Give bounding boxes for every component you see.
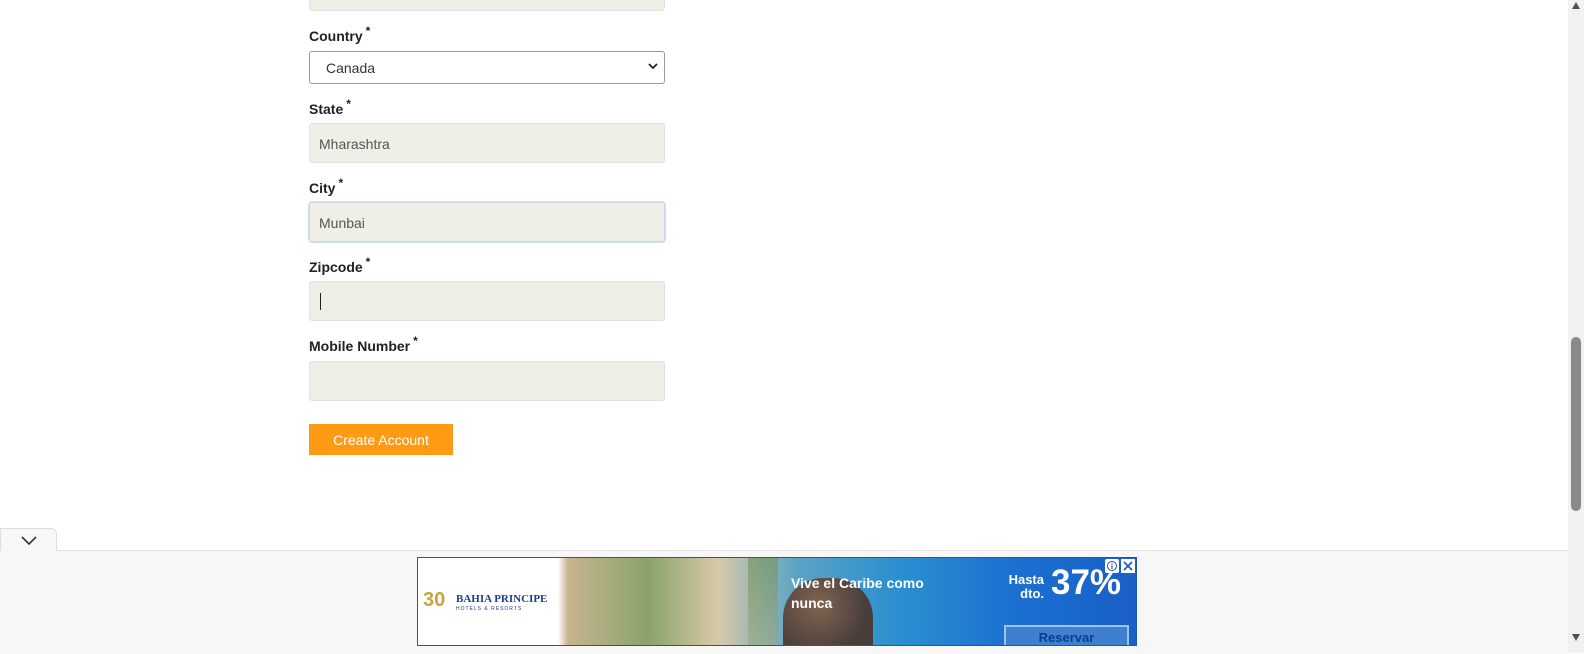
ad-collapse-tab[interactable] xyxy=(0,528,57,551)
ad-info-icon[interactable]: i xyxy=(1105,559,1119,573)
country-select[interactable]: Canada xyxy=(309,51,665,84)
mobile-input[interactable] xyxy=(309,361,665,401)
scrollbar-thumb[interactable] xyxy=(1571,337,1581,511)
required-mark: * xyxy=(365,24,371,38)
brand-anniversary-mark: 30 xyxy=(423,589,446,611)
city-label: City * xyxy=(309,176,343,196)
scroll-up-arrow-icon[interactable] xyxy=(1572,2,1580,9)
ad-photo-palm xyxy=(748,558,778,645)
ad-discount-prefix: Hasta dto. xyxy=(1008,572,1044,601)
mobile-label-text: Mobile Number xyxy=(309,338,411,354)
city-input-value: Munbai xyxy=(319,215,365,231)
chevron-down-icon xyxy=(648,63,658,70)
mobile-label: Mobile Number * xyxy=(309,334,418,354)
chevron-down-icon xyxy=(21,536,37,546)
required-mark: * xyxy=(365,255,371,269)
required-mark: * xyxy=(338,176,344,190)
zipcode-label-text: Zipcode xyxy=(309,259,363,275)
country-label-text: Country xyxy=(309,28,363,44)
state-input-value: Mharashtra xyxy=(319,136,390,152)
zipcode-label: Zipcode * xyxy=(309,255,370,275)
zipcode-input[interactable] xyxy=(309,281,665,321)
scroll-down-arrow-icon[interactable] xyxy=(1572,634,1580,641)
text-caret xyxy=(320,293,321,310)
country-label: Country * xyxy=(309,24,370,44)
brand-name: BAHIA PRINCIPE xyxy=(456,593,548,605)
city-input[interactable]: Munbai xyxy=(309,202,665,242)
vertical-scrollbar[interactable] xyxy=(1568,0,1584,653)
close-icon[interactable] xyxy=(1121,559,1135,573)
state-label-text: State xyxy=(309,101,344,117)
city-label-text: City xyxy=(309,180,336,196)
state-label: State * xyxy=(309,97,351,117)
required-mark: * xyxy=(413,334,418,348)
create-account-button[interactable]: Create Account xyxy=(309,424,453,455)
brand-subtitle: HOTELS & RESORTS xyxy=(456,606,523,612)
reservar-button[interactable]: Reservar xyxy=(1004,625,1129,645)
state-input[interactable]: Mharashtra xyxy=(309,123,665,163)
ad-creative[interactable]: 30 BAHIA PRINCIPE HOTELS & RESORTS Vive … xyxy=(417,557,1137,646)
country-select-value: Canada xyxy=(326,60,376,76)
previous-field-input[interactable] xyxy=(309,0,665,11)
ad-headline: Vive el Caribe como nunca xyxy=(791,575,924,611)
required-mark: * xyxy=(346,97,351,111)
